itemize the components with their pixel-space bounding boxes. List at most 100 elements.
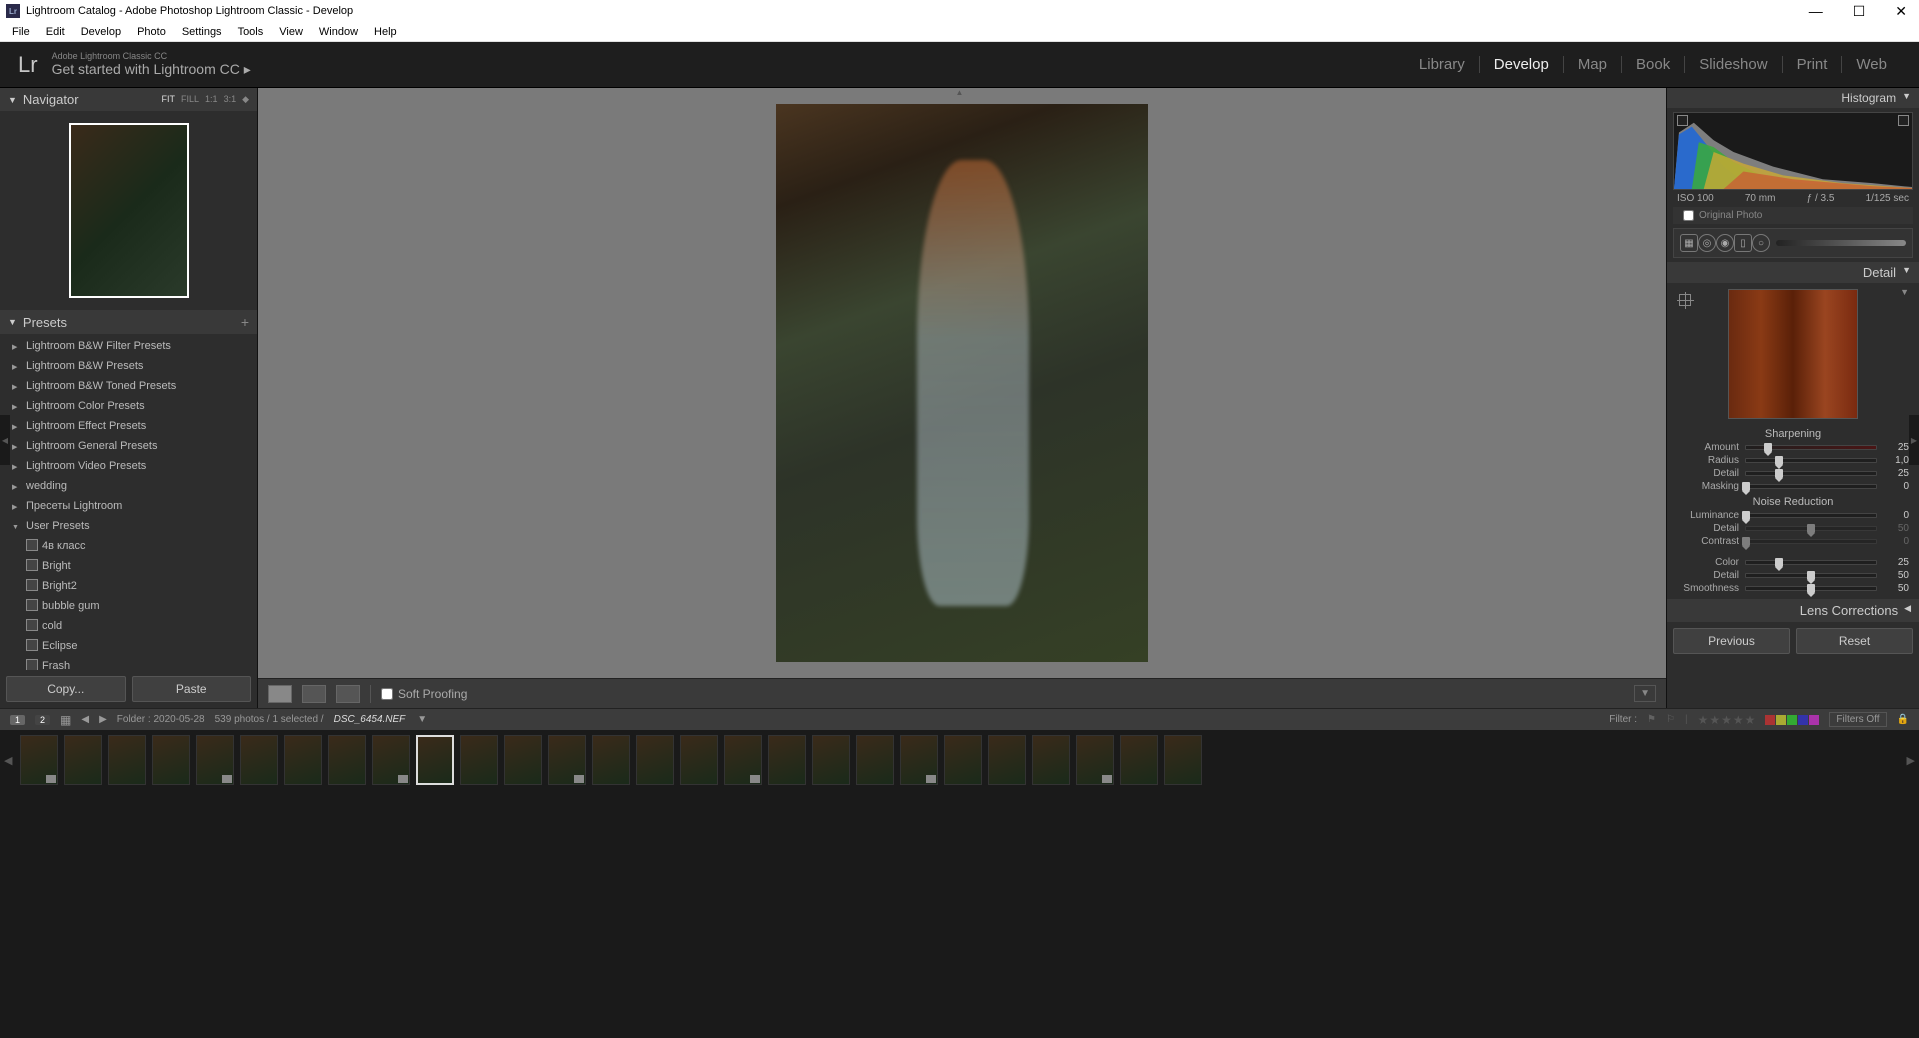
slider-thumb[interactable] bbox=[1742, 482, 1750, 491]
adjustment-brush-icon[interactable] bbox=[1776, 240, 1906, 246]
filmstrip-thumb[interactable] bbox=[196, 735, 234, 785]
filmstrip-thumb[interactable] bbox=[1076, 735, 1114, 785]
before-after-tb-button[interactable] bbox=[336, 685, 360, 703]
right-panel-toggle[interactable]: ▶ bbox=[1909, 415, 1919, 465]
slider-thumb[interactable] bbox=[1742, 537, 1750, 546]
detail-preview[interactable] bbox=[1728, 289, 1858, 419]
zoom-fill[interactable]: FILL bbox=[181, 94, 199, 105]
menu-develop[interactable]: Develop bbox=[73, 24, 129, 40]
filmstrip-thumb[interactable] bbox=[504, 735, 542, 785]
module-map[interactable]: Map bbox=[1564, 56, 1622, 73]
filmstrip-thumb[interactable] bbox=[460, 735, 498, 785]
slider-track[interactable] bbox=[1745, 586, 1877, 591]
slider-track[interactable] bbox=[1745, 539, 1877, 544]
filters-off[interactable]: Filters Off bbox=[1829, 712, 1886, 727]
filmstrip-thumb[interactable] bbox=[372, 735, 410, 785]
slider-track[interactable] bbox=[1745, 458, 1877, 463]
loupe-view-button[interactable] bbox=[268, 685, 292, 703]
slider-value[interactable]: 25 bbox=[1883, 468, 1909, 479]
slider-track[interactable] bbox=[1745, 513, 1877, 518]
slider-thumb[interactable] bbox=[1807, 584, 1815, 593]
slider-thumb[interactable] bbox=[1807, 571, 1815, 580]
slider-value[interactable]: 50 bbox=[1883, 570, 1909, 581]
slider-value[interactable]: 25 bbox=[1883, 557, 1909, 568]
left-panel-toggle[interactable]: ◀ bbox=[0, 415, 10, 465]
filmstrip-thumb[interactable] bbox=[900, 735, 938, 785]
slider-thumb[interactable] bbox=[1775, 456, 1783, 465]
previous-button[interactable]: Previous bbox=[1673, 628, 1790, 654]
navigator-preview[interactable] bbox=[69, 123, 189, 298]
preset-item[interactable]: Eclipse bbox=[0, 636, 257, 656]
slider-track[interactable] bbox=[1745, 573, 1877, 578]
filmstrip-thumb[interactable] bbox=[1032, 735, 1070, 785]
preset-group[interactable]: Lightroom General Presets bbox=[0, 436, 257, 456]
filmstrip-thumb[interactable] bbox=[592, 735, 630, 785]
slider-amount[interactable]: Amount25 bbox=[1667, 441, 1919, 454]
filmstrip-thumb[interactable] bbox=[152, 735, 190, 785]
slider-detail[interactable]: Detail50 bbox=[1667, 522, 1919, 535]
filter-lock-icon[interactable]: 🔒 bbox=[1897, 714, 1909, 725]
preset-group[interactable]: wedding bbox=[0, 476, 257, 496]
slider-value[interactable]: 1,0 bbox=[1883, 455, 1909, 466]
histogram[interactable] bbox=[1673, 112, 1913, 190]
lens-corrections-header[interactable]: Lens Corrections◀ bbox=[1667, 599, 1919, 622]
nav-forward-icon[interactable]: ▶ bbox=[99, 714, 107, 725]
minimize-button[interactable]: — bbox=[1803, 3, 1829, 20]
folder-path[interactable]: Folder : 2020-05-28 bbox=[117, 714, 205, 725]
slider-track[interactable] bbox=[1745, 560, 1877, 565]
graduated-filter-icon[interactable]: ▯ bbox=[1734, 234, 1752, 252]
preset-item[interactable]: Bright bbox=[0, 556, 257, 576]
zoom-fit[interactable]: FIT bbox=[162, 94, 176, 105]
module-slideshow[interactable]: Slideshow bbox=[1685, 56, 1782, 73]
filmstrip-thumb[interactable] bbox=[636, 735, 674, 785]
filter-reject-icon[interactable]: ⚐ bbox=[1666, 714, 1675, 725]
filmstrip-thumb[interactable] bbox=[416, 735, 454, 785]
preset-group-user[interactable]: User Presets bbox=[0, 516, 257, 536]
add-preset-icon[interactable]: + bbox=[241, 314, 249, 330]
zoom-31[interactable]: 3:1 bbox=[224, 94, 237, 105]
primary-monitor-badge[interactable]: 1 bbox=[10, 715, 25, 725]
presets-header[interactable]: ▼ Presets + bbox=[0, 310, 257, 334]
crop-tool-icon[interactable]: ▦ bbox=[1680, 234, 1698, 252]
detail-target-icon[interactable] bbox=[1679, 294, 1691, 306]
menu-photo[interactable]: Photo bbox=[129, 24, 174, 40]
menu-edit[interactable]: Edit bbox=[38, 24, 73, 40]
filmstrip-thumb[interactable] bbox=[64, 735, 102, 785]
rating-filter[interactable]: ★★★★★ bbox=[1698, 713, 1756, 727]
get-started-link[interactable]: Get started with Lightroom CC ▸ bbox=[52, 61, 251, 78]
paste-button[interactable]: Paste bbox=[132, 676, 252, 702]
photo-canvas[interactable] bbox=[258, 88, 1666, 678]
preset-group[interactable]: Lightroom B&W Toned Presets bbox=[0, 376, 257, 396]
toolbar-menu-icon[interactable]: ▼ bbox=[1634, 685, 1656, 702]
filmstrip-thumb[interactable] bbox=[724, 735, 762, 785]
slider-thumb[interactable] bbox=[1807, 524, 1815, 533]
slider-value[interactable]: 50 bbox=[1883, 523, 1909, 534]
filmstrip-thumb[interactable] bbox=[328, 735, 366, 785]
module-develop[interactable]: Develop bbox=[1480, 56, 1564, 73]
slider-value[interactable]: 50 bbox=[1883, 583, 1909, 594]
filmstrip-thumb[interactable] bbox=[1164, 735, 1202, 785]
preset-item[interactable]: 4в класс bbox=[0, 536, 257, 556]
filmstrip-thumb[interactable] bbox=[108, 735, 146, 785]
slider-masking[interactable]: Masking0 bbox=[1667, 480, 1919, 493]
filmstrip-thumb[interactable] bbox=[680, 735, 718, 785]
preset-item[interactable]: cold bbox=[0, 616, 257, 636]
menu-file[interactable]: File bbox=[4, 24, 38, 40]
preset-item[interactable]: Frash bbox=[0, 656, 257, 670]
detail-disclosure-icon[interactable]: ▼ bbox=[1900, 287, 1909, 297]
preset-item[interactable]: bubble gum bbox=[0, 596, 257, 616]
spot-removal-icon[interactable]: ◎ bbox=[1698, 234, 1716, 252]
nav-back-icon[interactable]: ◀ bbox=[81, 714, 89, 725]
filmstrip-thumb[interactable] bbox=[240, 735, 278, 785]
original-photo-checkbox[interactable]: Original Photo bbox=[1673, 207, 1913, 224]
slider-thumb[interactable] bbox=[1742, 511, 1750, 520]
filmstrip-thumb[interactable] bbox=[20, 735, 58, 785]
filmstrip[interactable]: ◀ ▶ bbox=[0, 730, 1919, 790]
filmstrip-thumb[interactable] bbox=[856, 735, 894, 785]
copy-button[interactable]: Copy... bbox=[6, 676, 126, 702]
preset-group[interactable]: Lightroom B&W Presets bbox=[0, 356, 257, 376]
preset-group[interactable]: Пресеты Lightroom bbox=[0, 496, 257, 516]
filmstrip-thumb[interactable] bbox=[284, 735, 322, 785]
grid-view-icon[interactable]: ▦ bbox=[60, 713, 71, 727]
slider-radius[interactable]: Radius1,0 bbox=[1667, 454, 1919, 467]
